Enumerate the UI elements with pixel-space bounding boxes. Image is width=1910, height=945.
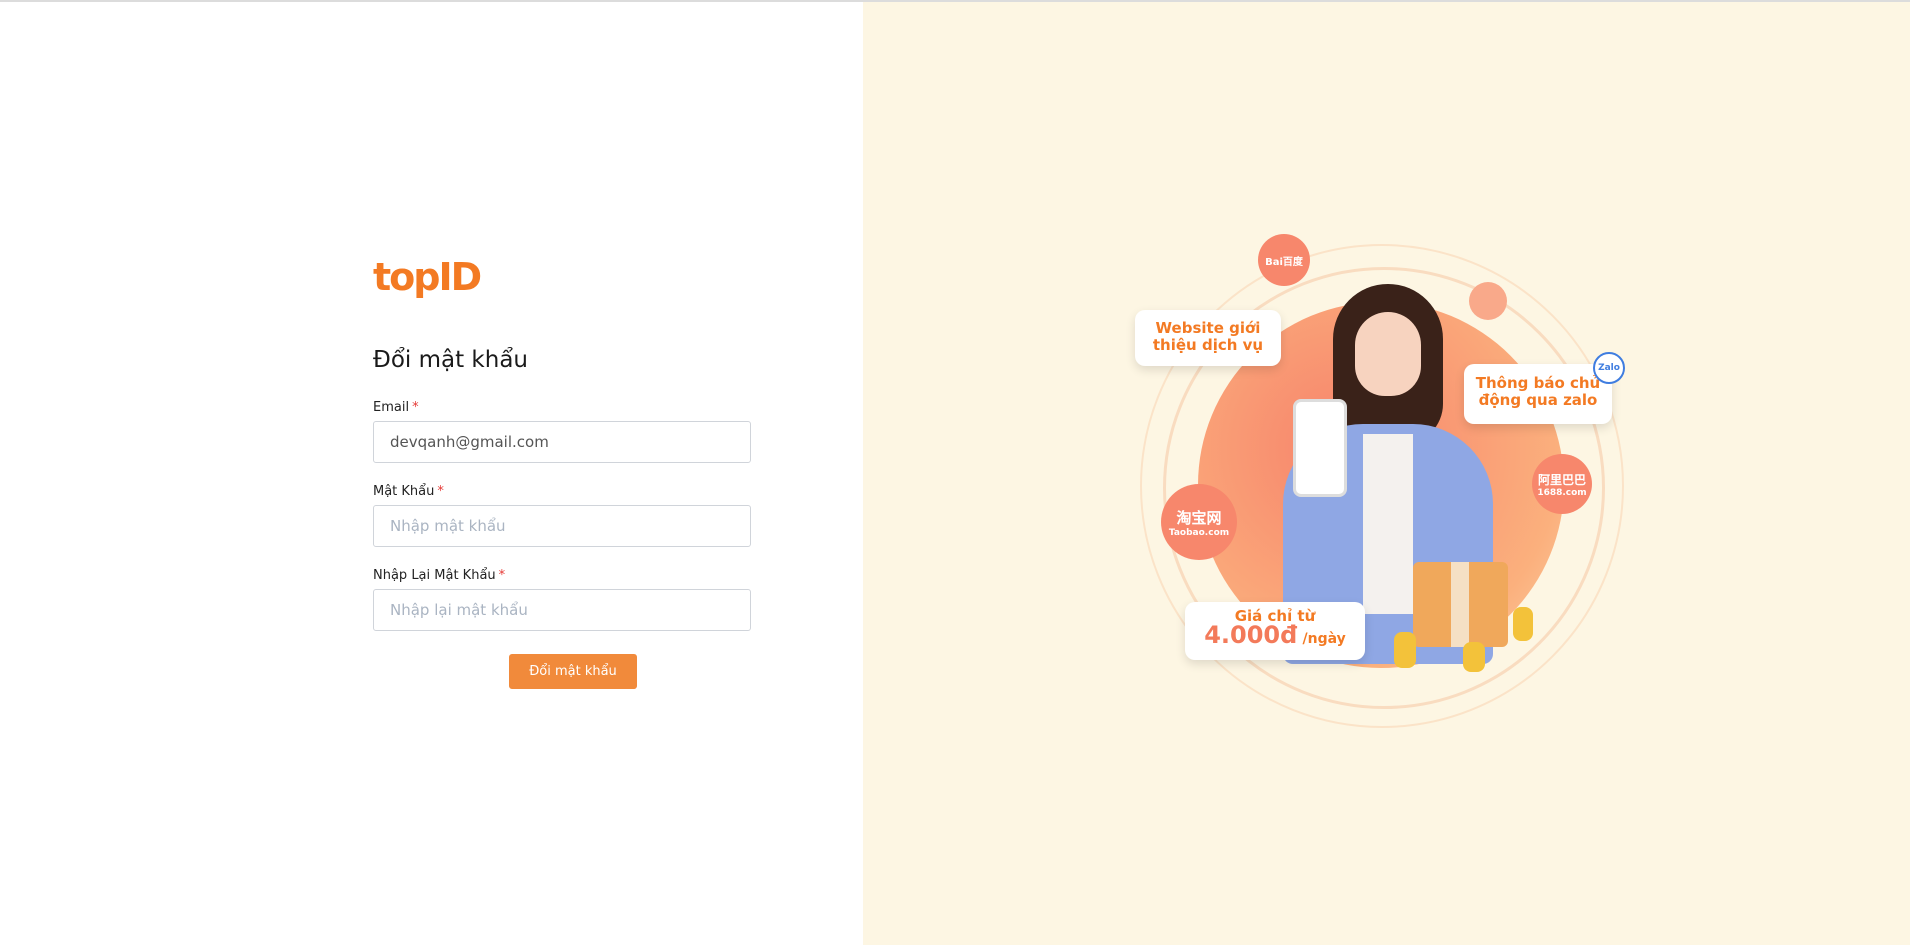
website-bubble: Website giới thiệu dịch vụ (1135, 310, 1281, 366)
confirm-password-label-text: Nhập Lại Mật Khẩu (373, 568, 496, 583)
price-line: 4.000đ /ngày (1185, 623, 1365, 648)
package-box (1413, 562, 1508, 647)
taobao-badge: 淘宝网 Taobao.com (1161, 484, 1237, 560)
zalo-badge: Zalo (1593, 352, 1625, 384)
zalo-bubble: Thông báo chủ động qua zalo (1464, 364, 1612, 424)
1688-badge: 阿里巴巴 1688.com (1532, 454, 1592, 514)
confirm-password-label: Nhập Lại Mật Khẩu * (373, 568, 505, 583)
coins (1394, 632, 1416, 668)
website-bubble-text: Website giới thiệu dịch vụ (1152, 319, 1264, 354)
1688-sub: 1688.com (1537, 487, 1587, 498)
zalo-badge-text: Zalo (1598, 363, 1620, 373)
topid-logo: topID (373, 255, 482, 299)
password-field[interactable] (373, 505, 751, 547)
required-mark: * (412, 400, 419, 415)
required-mark: * (498, 568, 506, 583)
password-label-text: Mật Khẩu (373, 484, 435, 499)
page-title: Đổi mật khẩu (373, 347, 528, 373)
price-bubble: Giá chỉ từ 4.000đ /ngày (1185, 602, 1365, 660)
phone (1293, 399, 1347, 497)
baidu-text: Bai百度 (1265, 256, 1303, 268)
confirm-password-field[interactable] (373, 589, 751, 631)
1688-main: 阿里巴巴 (1537, 472, 1586, 487)
coins (1513, 607, 1533, 641)
taobao-sub: Taobao.com (1168, 527, 1230, 538)
blouse (1363, 434, 1413, 614)
required-mark: * (437, 484, 444, 499)
coins (1463, 642, 1485, 672)
promo-panel: Website giới thiệu dịch vụ Thông báo chủ… (863, 2, 1910, 945)
price-unit: /ngày (1302, 631, 1346, 647)
form-panel (0, 2, 863, 945)
price-value: 4.000đ (1204, 621, 1298, 649)
email-label: Email * (373, 400, 419, 415)
zalo-bubble-text: Thông báo chủ động qua zalo (1475, 374, 1601, 409)
box-tape (1451, 562, 1469, 647)
baidu-badge: Bai百度 (1258, 234, 1310, 286)
face (1355, 312, 1421, 396)
password-label: Mật Khẩu * (373, 484, 444, 499)
taobao-main: 淘宝网 (1176, 508, 1222, 527)
email-label-text: Email (373, 400, 410, 415)
email-field[interactable] (373, 421, 751, 463)
alibaba-badge (1469, 282, 1507, 320)
change-password-button[interactable]: Đổi mật khẩu (509, 654, 637, 689)
